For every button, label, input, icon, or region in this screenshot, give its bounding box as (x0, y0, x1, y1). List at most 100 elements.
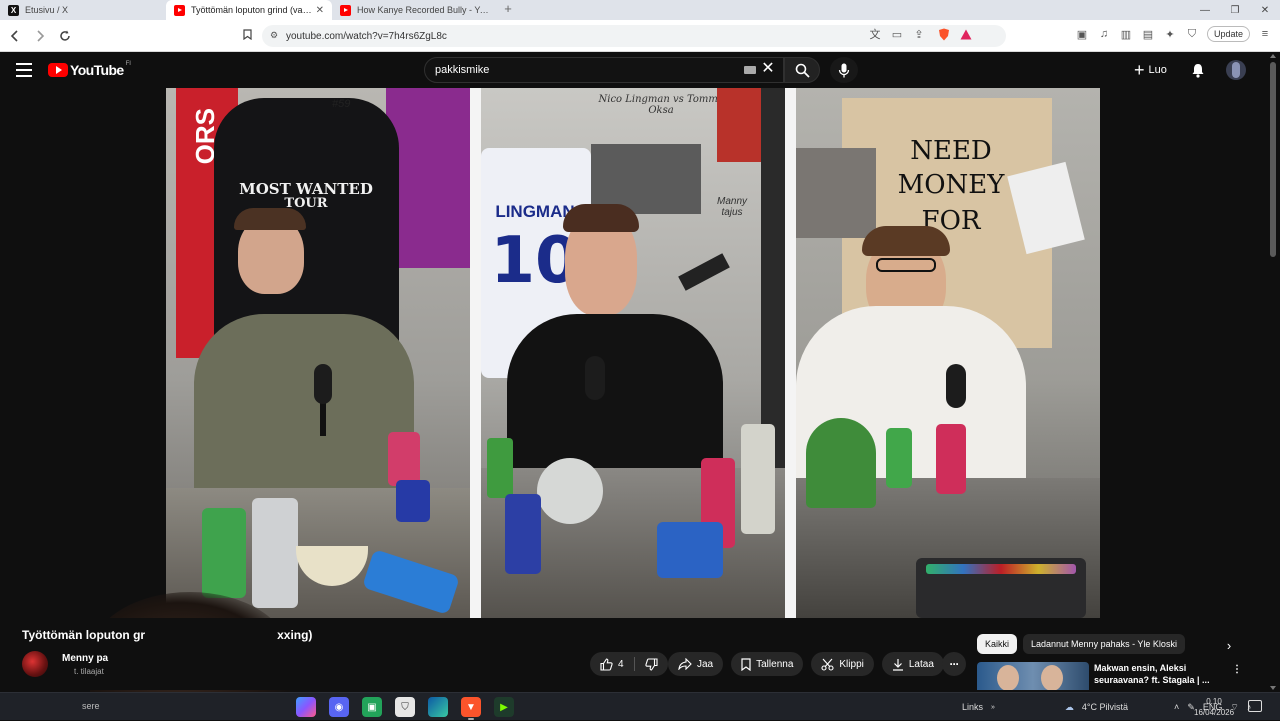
voice-search-button[interactable] (830, 57, 858, 83)
search-input[interactable]: pakkismike (424, 57, 784, 83)
video-player[interactable]: ORS MOST WANTED TOUR #59 Nico Lingman vs… (166, 88, 1100, 618)
new-tab-button[interactable]: + (498, 0, 518, 20)
taskbar-left-text: sere (82, 701, 100, 711)
back-button[interactable] (5, 26, 25, 46)
cast-icon[interactable]: ▭ (890, 27, 904, 41)
glass-jar (537, 458, 603, 524)
clip-button[interactable]: Klippi (811, 652, 874, 676)
url-text: youtube.com/watch?v=7h4rs6ZgL8c (286, 30, 447, 42)
tray-chevron-icon[interactable]: ˄ (1174, 702, 1179, 712)
plant-pot (487, 438, 513, 498)
discord-icon[interactable]: ◉ (329, 697, 349, 717)
close-tab-icon[interactable]: ✕ (316, 5, 324, 16)
scrollbar-thumb[interactable] (1270, 62, 1276, 257)
edge-icon[interactable] (428, 697, 448, 717)
recommended-more-icon[interactable]: ⋮ (1232, 664, 1242, 675)
menu-icon[interactable]: ≡ (1258, 27, 1272, 41)
browser-tab-kanye[interactable]: How Kanye Recorded Bully - YouTub (332, 0, 498, 20)
update-button[interactable]: Update (1206, 26, 1250, 42)
channel-subscribers: t. tilaajat (74, 667, 104, 676)
person-middle-hair (563, 204, 639, 232)
channel-name[interactable]: Menny pa (62, 653, 108, 664)
create-button[interactable]: + Luo (1128, 60, 1173, 80)
search-button[interactable] (784, 57, 820, 83)
extensions-icon[interactable]: ✦ (1163, 27, 1177, 41)
save-label: Tallenna (756, 658, 794, 670)
channel-avatar[interactable] (22, 651, 48, 677)
panel-divider (785, 88, 796, 618)
chip-uploaded-by[interactable]: Ladannut Menny pahaks - Yle Kloski (1023, 634, 1185, 654)
chevron-right-icon[interactable]: › (1220, 636, 1238, 654)
download-label: Lataa (908, 658, 934, 670)
black-tshirt (507, 314, 723, 490)
browser-tab-x[interactable]: X Etusivu / X (0, 0, 166, 20)
recommendation-chips: Kaikki Ladannut Menny pahaks - Yle Klosk… (977, 634, 1185, 654)
keyboard-icon[interactable] (744, 66, 756, 74)
translate-icon[interactable]: 文 (868, 27, 882, 41)
reader-icon[interactable]: ▥ (1119, 27, 1133, 41)
vpn-icon[interactable]: ⛉ (1185, 27, 1199, 41)
page-scrollbar[interactable] (1266, 52, 1280, 692)
poster-red (717, 88, 761, 162)
bell-icon (1192, 63, 1204, 78)
brave-shield-icon[interactable] (937, 27, 951, 41)
forward-button[interactable] (30, 26, 50, 46)
microphone-right (946, 364, 966, 408)
shield-app-icon[interactable]: ⛉ (395, 697, 415, 717)
video-info-area: Työttömän loputon gr xxing) Menny pa t. t… (0, 618, 1266, 690)
browser-toolbar-right: ▣ ♫ ▥ ▤ ✦ ⛉ Update ≡ (1075, 26, 1272, 42)
copilot-icon[interactable] (296, 697, 316, 717)
restore-icon[interactable]: ❐ (1220, 0, 1250, 20)
address-bar-row: ⚙ youtube.com/watch?v=7h4rs6ZgL8c 文 ▭ ⇪ … (0, 20, 1280, 52)
notifications-button[interactable] (1188, 60, 1208, 80)
sidebar-icon[interactable]: ▣ (1075, 27, 1089, 41)
like-button[interactable]: 4 (590, 652, 634, 676)
can-silver (252, 498, 298, 608)
country-code: FI (125, 61, 131, 67)
links-toolbar[interactable]: Links (962, 702, 983, 712)
share-page-icon[interactable]: ⇪ (912, 27, 926, 41)
wallet-icon[interactable]: ▤ (1141, 27, 1155, 41)
weather-text[interactable]: 4°C Pilvistä (1082, 702, 1128, 712)
recommended-thumbnail[interactable] (977, 662, 1089, 690)
brave-rewards-icon[interactable] (959, 27, 973, 41)
olive-shirt (194, 314, 414, 504)
bookmark-save-icon (741, 657, 751, 671)
like-dislike-group: 4 (590, 652, 668, 676)
messaging-app-icon[interactable]: ▣ (362, 697, 382, 717)
music-icon[interactable]: ♫ (1097, 27, 1111, 41)
links-chevron-icon[interactable]: » (991, 704, 995, 711)
chip-all[interactable]: Kaikki (977, 634, 1018, 654)
close-window-icon[interactable]: ✕ (1250, 0, 1280, 20)
more-actions-button[interactable]: ··· (942, 652, 966, 676)
search-icon (795, 63, 810, 78)
clear-search-icon[interactable]: ✕ (760, 60, 776, 78)
media-player-icon[interactable]: ▶ (494, 697, 514, 717)
reload-button[interactable] (55, 26, 75, 46)
youtube-header: YouTube FI pakkismike ✕ + Luo (0, 52, 1266, 88)
bookmark-icon[interactable] (240, 27, 254, 41)
scroll-down-icon[interactable] (1270, 686, 1276, 690)
dislike-button[interactable] (635, 652, 668, 676)
menu-hamburger-icon[interactable] (16, 63, 32, 77)
can-red-right (936, 424, 966, 494)
scroll-up-icon[interactable] (1270, 54, 1276, 58)
person-right-hair (862, 226, 950, 256)
site-settings-icon[interactable]: ⚙ (270, 30, 280, 40)
tape-strip (678, 253, 730, 291)
recommended-title[interactable]: Makwan ensin, Aleksi seuraavana? ft. Sta… (1094, 662, 1220, 686)
youtube-logo[interactable]: YouTube FI (48, 61, 131, 78)
save-button[interactable]: Tallenna (731, 652, 804, 676)
search-input-value: pakkismike (435, 64, 490, 76)
brave-browser-icon[interactable]: ▼ (461, 697, 481, 720)
can-blue-box (657, 522, 723, 578)
person-left-hair (234, 208, 306, 230)
download-button[interactable]: Lataa (881, 652, 944, 676)
notification-center-icon[interactable] (1248, 700, 1262, 712)
taskbar-clock[interactable]: 0.10 16/04/2026 (1194, 696, 1234, 718)
share-button[interactable]: Jaa (668, 652, 724, 676)
create-label: Luo (1148, 64, 1167, 76)
browser-tab-current[interactable]: Työttömän loputon grind (vapaa ✕ (166, 0, 332, 20)
minimize-icon[interactable]: — (1190, 0, 1220, 20)
account-avatar[interactable] (1226, 60, 1246, 80)
